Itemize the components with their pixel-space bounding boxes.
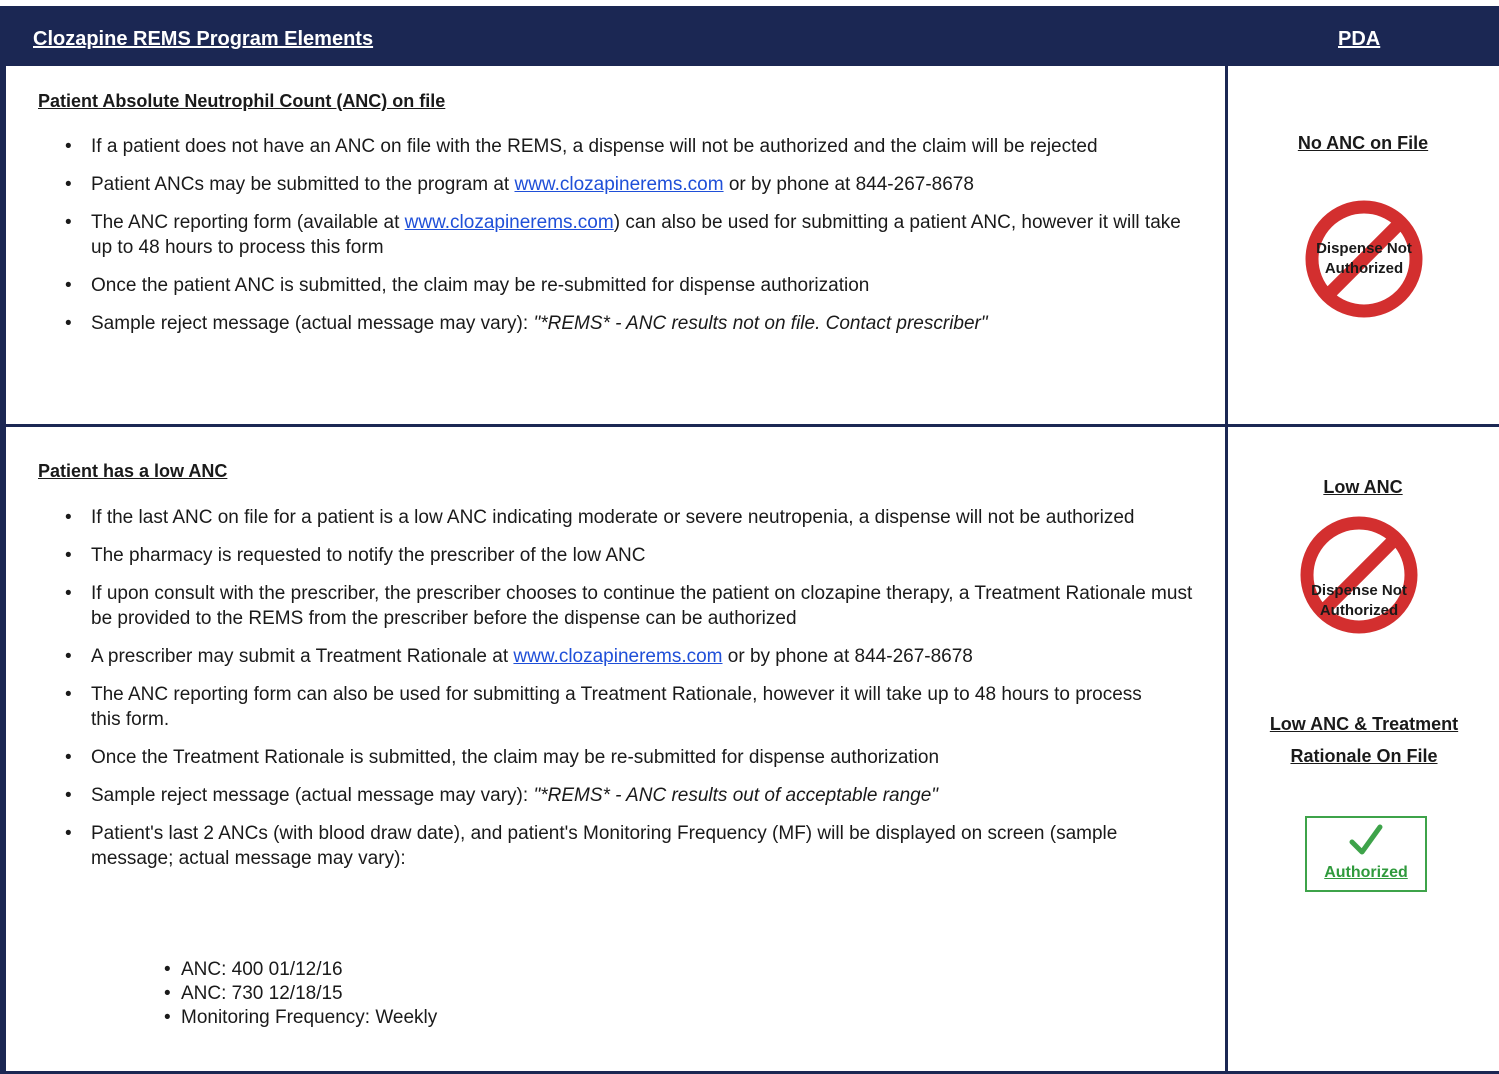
clozapinerems-link[interactable]: www.clozapinerems.com (513, 646, 722, 667)
column-divider (1225, 66, 1228, 1074)
bullet-text: If the last ANC on file for a patient is… (91, 507, 1135, 528)
list-item: Once the Treatment Rationale is submitte… (62, 745, 1202, 770)
list-item: The ANC reporting form can also be used … (62, 682, 1171, 732)
list-item: The ANC reporting form (available at www… (62, 210, 1202, 260)
left-border (0, 66, 6, 1074)
sample-reject-message: "*REMS* - ANC results not on file. Conta… (533, 313, 988, 334)
sample-reject-message: "*REMS* - ANC results out of acceptable … (533, 785, 939, 806)
header-program-elements: Clozapine REMS Program Elements (33, 28, 374, 50)
list-item: If a patient does not have an ANC on fil… (62, 134, 1202, 159)
dispense-not-authorized-text: Dispense Not Authorized (1316, 240, 1412, 277)
row-divider (6, 424, 1499, 427)
checkmark-icon (1307, 821, 1425, 866)
prohibited-icon: Dispense Not Authorized (1305, 200, 1423, 318)
bullet-text: Once the patient ANC is submitted, the c… (91, 275, 870, 296)
section-title-low-anc: Patient has a low ANC (38, 461, 228, 481)
header-pda: PDA (1338, 28, 1381, 50)
dispense-not-authorized-text: Dispense Not Authorized (1311, 582, 1407, 619)
bullet-text: The ANC reporting form can also be used … (91, 684, 1142, 730)
status-title-treatment-rationale: Low ANC & Treatment Rationale On File (1269, 714, 1459, 766)
bullet-text: Patient's last 2 ANCs (with blood draw d… (91, 823, 1118, 869)
status-title-no-anc: No ANC on File (1297, 133, 1429, 153)
list-item: Patient ANCs may be submitted to the pro… (62, 172, 1202, 197)
bullet-text: Sample reject message (actual message ma… (91, 313, 534, 334)
authorized-label: Authorized (1324, 864, 1408, 881)
list-item: Sample reject message (actual message ma… (62, 311, 1051, 336)
section2-bullet-list: If the last ANC on file for a patient is… (62, 505, 1202, 884)
bullet-text: A prescriber may submit a Treatment Rati… (91, 646, 514, 667)
status-title-low-anc: Low ANC (1323, 477, 1403, 497)
sample-screen-message-list: ANC: 400 01/12/16 ANC: 730 12/18/15 Moni… (164, 958, 437, 1030)
clozapinerems-link[interactable]: www.clozapinerems.com (514, 174, 723, 195)
bullet-text: The ANC reporting form (available at (91, 212, 405, 233)
list-item: Sample reject message (actual message ma… (62, 783, 1202, 808)
bullet-text: If a patient does not have an ANC on fil… (91, 136, 1098, 157)
list-item: ANC: 730 12/18/15 (164, 982, 437, 1006)
bullet-text: or by phone at 844-267-8678 (723, 174, 974, 195)
bullet-text: If upon consult with the prescriber, the… (91, 583, 1193, 629)
section1-bullet-list: If a patient does not have an ANC on fil… (62, 134, 1202, 349)
bullet-text: The pharmacy is requested to notify the … (91, 545, 646, 566)
list-item: If upon consult with the prescriber, the… (62, 581, 1201, 631)
section-title-anc-on-file: Patient Absolute Neutrophil Count (ANC) … (38, 91, 446, 111)
authorized-box: Authorized (1305, 816, 1427, 892)
list-item: Patient's last 2 ANCs (with blood draw d… (62, 821, 1201, 871)
list-item: If the last ANC on file for a patient is… (62, 505, 1202, 530)
rems-table: Clozapine REMS Program Elements PDA Pati… (0, 0, 1499, 1074)
bullet-text: Patient ANCs may be submitted to the pro… (91, 174, 515, 195)
table-header: Clozapine REMS Program Elements PDA (0, 6, 1499, 66)
list-item: The pharmacy is requested to notify the … (62, 543, 1202, 568)
bullet-text: Once the Treatment Rationale is submitte… (91, 747, 940, 768)
list-item: A prescriber may submit a Treatment Rati… (62, 644, 1202, 669)
prohibited-icon: Dispense Not Authorized (1300, 516, 1418, 634)
clozapinerems-link[interactable]: www.clozapinerems.com (405, 212, 614, 233)
list-item: ANC: 400 01/12/16 (164, 958, 437, 982)
list-item: Monitoring Frequency: Weekly (164, 1006, 437, 1030)
bullet-text: or by phone at 844-267-8678 (722, 646, 973, 667)
list-item: Once the patient ANC is submitted, the c… (62, 273, 1202, 298)
bullet-text: Sample reject message (actual message ma… (91, 785, 534, 806)
